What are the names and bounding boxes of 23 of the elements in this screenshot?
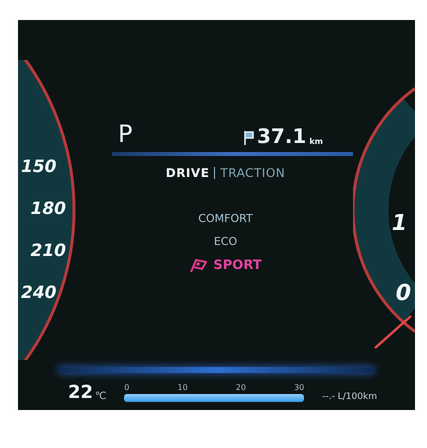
mode-tab[interactable]: TRACTION	[220, 166, 286, 180]
drive-mode-item[interactable]: COMFORT	[198, 212, 253, 225]
scale-tick-label: 0	[124, 383, 130, 392]
needle	[374, 315, 412, 349]
gear-indicator: P	[118, 122, 132, 146]
speed-tick-label: 180	[30, 199, 66, 219]
speed-tick-label: 210	[30, 241, 66, 261]
rpm-tick-label: 1	[392, 211, 407, 236]
mode-tab[interactable]: DRIVE	[166, 166, 210, 180]
trip-unit: km	[309, 137, 323, 146]
drive-mode-item[interactable]: SPORT	[189, 258, 262, 273]
fuel-consumption-reading: --.- L/100km	[322, 392, 377, 402]
scale-tick-label: 30	[294, 383, 304, 392]
scale-tick-label: 10	[178, 383, 188, 392]
drive-mode-item[interactable]: ECO	[214, 235, 238, 248]
speed-tick-label: 240	[21, 283, 56, 303]
scale-tick-label: 20	[236, 383, 246, 392]
temperature-value: 22	[68, 384, 94, 402]
rpm-tick-label: 0	[396, 281, 411, 306]
flag-icon	[244, 130, 254, 146]
temperature-unit: ℃	[95, 391, 106, 402]
speed-tick-label: 150	[21, 157, 56, 177]
trip-distance: 37.1	[256, 126, 306, 146]
